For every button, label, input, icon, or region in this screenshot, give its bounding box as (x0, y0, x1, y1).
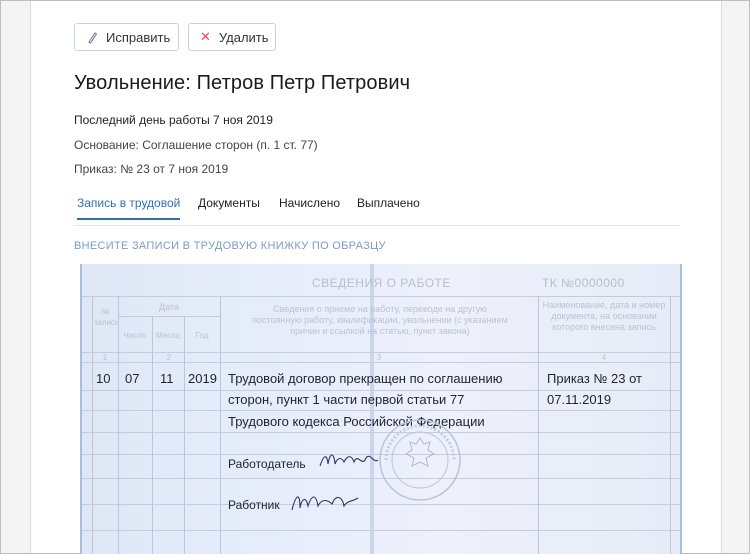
order-text: Приказ: № 23 от 7 ноя 2019 (74, 162, 229, 176)
col-year-caption: Год (195, 331, 209, 340)
page-title: Увольнение: Петров Петр Петрович (74, 72, 411, 94)
grid-line (538, 296, 539, 554)
entry-doc-line-2: 07.11.2019 (547, 392, 612, 407)
entry-day: 07 (125, 371, 140, 386)
pencil-icon (86, 31, 98, 44)
grid-line (82, 390, 680, 391)
book-title: СВЕДЕНИЯ О РАБОТЕ (312, 276, 451, 290)
col-num-caption: № записи (94, 307, 120, 327)
entry-year: 2019 (188, 371, 217, 386)
grid-line (82, 504, 680, 505)
col-month-caption: Месяц (155, 331, 181, 340)
grid-line (92, 296, 93, 554)
stamp-seal-icon (379, 419, 461, 501)
edit-button[interactable]: Исправить (74, 23, 179, 51)
entry-text-line-2: сторон, пункт 1 части первой статьи 77 (228, 392, 465, 407)
right-frame (721, 0, 750, 554)
left-frame (0, 0, 31, 554)
book-tk-number: ТК №0000000 (542, 276, 625, 290)
entry-doc-line-1: Приказ № 23 от (547, 371, 642, 386)
work-book-sample: СВЕДЕНИЯ О РАБОТЕ ТК №0000000 № записи Д… (80, 264, 682, 554)
col-index-2: 2 (166, 353, 172, 362)
employee-signature (291, 496, 359, 511)
tab-bar: Запись в трудовой Документы Начислено Вы… (74, 196, 680, 226)
grid-line (82, 296, 680, 297)
col-date-caption: Дата (159, 302, 179, 312)
col-day-caption: Число (123, 331, 147, 340)
grid-line (118, 316, 220, 317)
entry-text-line-1: Трудовой договор прекращен по соглашению (228, 371, 503, 386)
tab-accrued[interactable]: Начислено (279, 196, 340, 218)
employer-label: Работодатель (228, 457, 306, 471)
instruction-text: ВНЕСИТЕ ЗАПИСИ В ТРУДОВУЮ КНИЖКУ ПО ОБРА… (74, 240, 386, 252)
entry-month: 11 (160, 371, 174, 386)
tab-documents[interactable]: Документы (198, 196, 260, 218)
col-index-3: 3 (376, 353, 382, 362)
grid-line (82, 410, 680, 411)
col-index-1: 1 (102, 353, 108, 362)
toolbar: Исправить ✕ Удалить (74, 23, 276, 51)
employer-signature (319, 454, 379, 467)
basis-text: Основание: Соглашение сторон (п. 1 ст. 7… (74, 138, 318, 152)
col-doc-caption: Наименование, дата и номер документа, на… (542, 300, 666, 332)
col-info-caption: Сведения о приеме на работу, переводе на… (252, 304, 508, 336)
tab-work-record[interactable]: Запись в трудовой (77, 196, 181, 220)
employee-label: Работник (228, 498, 280, 512)
entry-number: 10 (96, 371, 111, 386)
close-icon: ✕ (200, 29, 211, 44)
grid-line (82, 530, 680, 531)
tab-paid[interactable]: Выплачено (357, 196, 420, 218)
last-day-text: Последний день работы 7 ноя 2019 (74, 113, 273, 127)
grid-line (670, 296, 671, 554)
grid-line (220, 296, 221, 554)
col-index-4: 4 (601, 353, 607, 362)
delete-button[interactable]: ✕ Удалить (188, 23, 276, 51)
edit-button-label: Исправить (106, 29, 171, 45)
delete-button-label: Удалить (218, 29, 269, 45)
